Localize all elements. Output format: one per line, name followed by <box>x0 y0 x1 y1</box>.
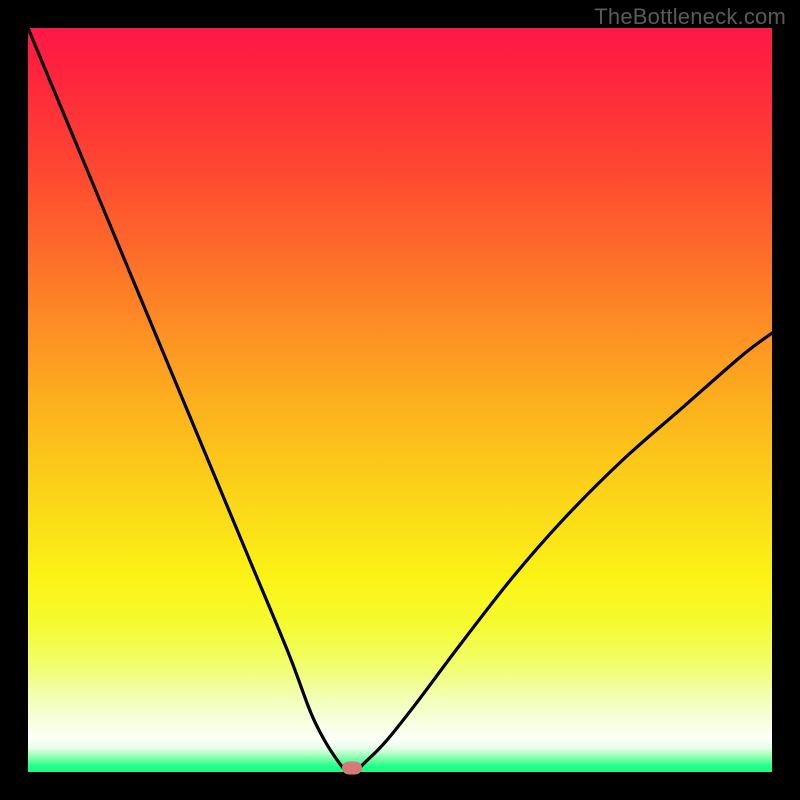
watermark-text: TheBottleneck.com <box>594 4 786 30</box>
plot-area <box>28 28 772 772</box>
optimum-marker <box>342 762 362 775</box>
bottleneck-curve <box>28 28 772 772</box>
chart-frame <box>0 0 800 800</box>
